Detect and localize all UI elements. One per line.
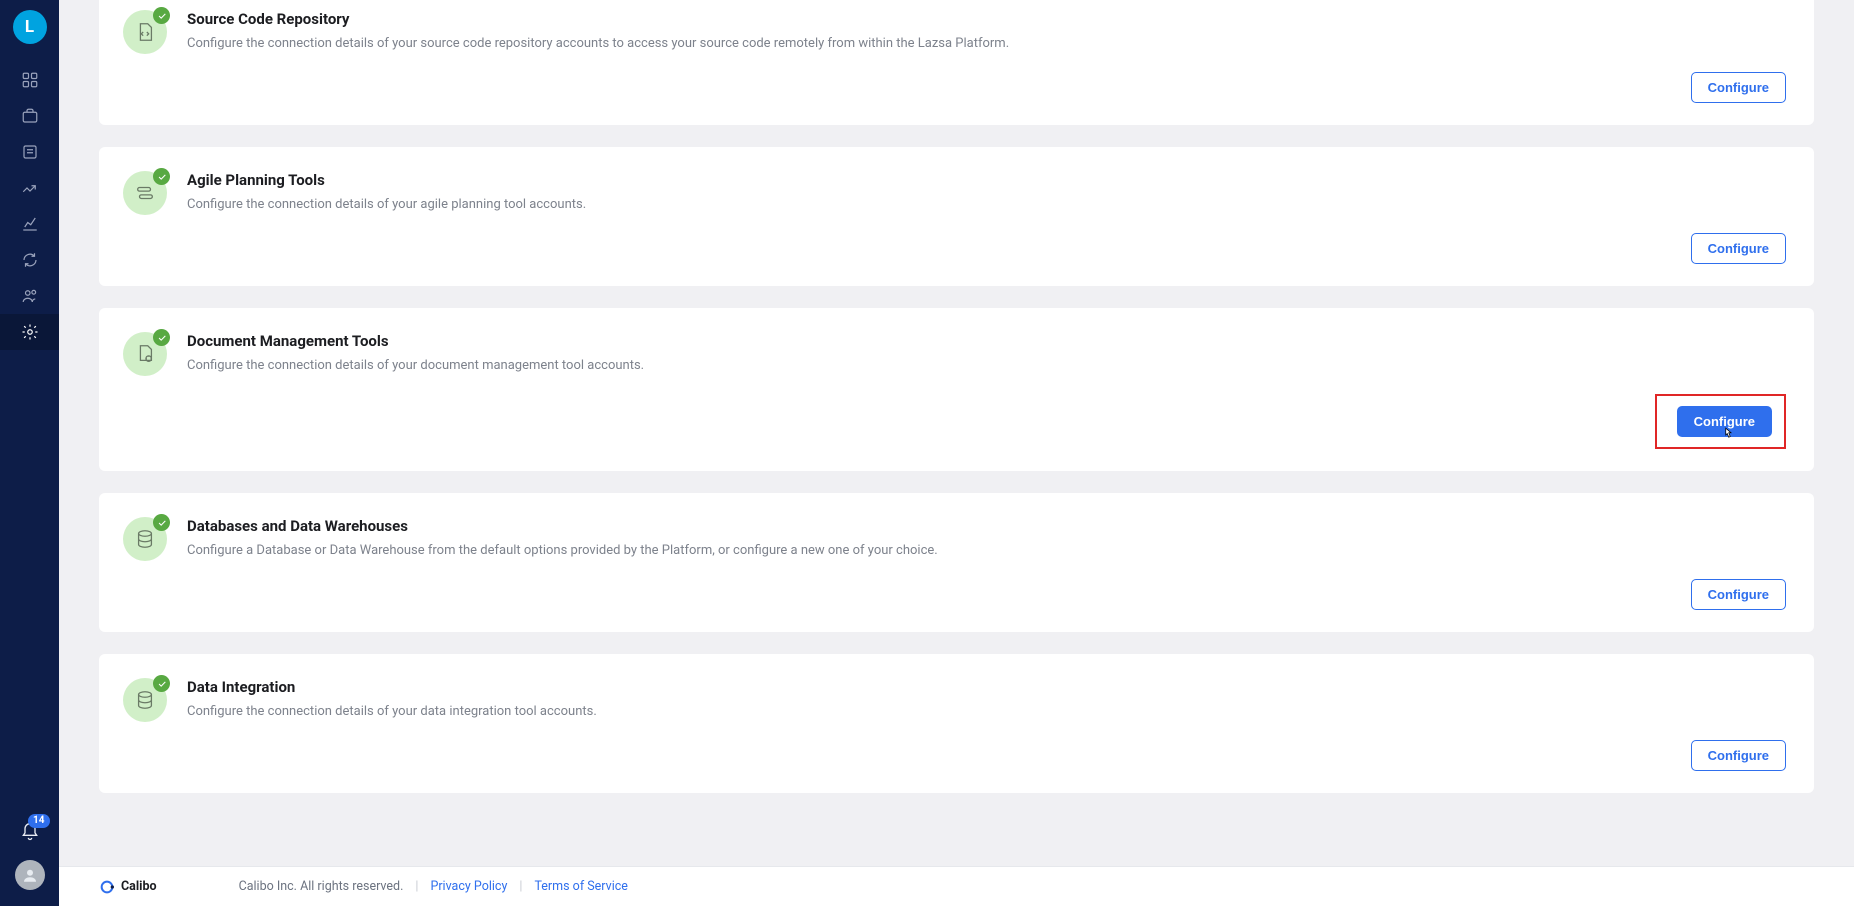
check-icon <box>157 172 167 182</box>
card-desc: Configure a Database or Data Warehouse f… <box>187 541 1786 561</box>
footer-sep: | <box>415 879 418 894</box>
card-icon-badge <box>123 517 167 561</box>
database-icon <box>134 528 156 550</box>
nav-doc[interactable] <box>0 134 59 170</box>
notification-count-badge: 14 <box>28 814 49 828</box>
footer: Calibo Calibo Inc. All rights reserved. … <box>59 866 1854 906</box>
sidebar: L 14 <box>0 0 59 906</box>
footer-copyright: Calibo Inc. All rights reserved. <box>239 879 404 894</box>
card-title: Data Integration <box>187 678 1786 696</box>
configure-button[interactable]: Configure <box>1691 579 1786 610</box>
card-title: Agile Planning Tools <box>187 171 1786 189</box>
footer-brand-text: Calibo <box>121 879 157 894</box>
notifications-button[interactable]: 14 <box>20 822 40 846</box>
card-document-management: Document Management Tools Configure the … <box>99 308 1814 471</box>
card-desc: Configure the connection details of your… <box>187 34 1786 54</box>
check-icon <box>157 518 167 528</box>
check-icon <box>157 333 167 343</box>
logo-badge[interactable]: L <box>13 10 47 44</box>
nav-refresh[interactable] <box>0 242 59 278</box>
person-icon <box>21 866 39 884</box>
cursor-pointer-icon <box>1719 426 1737 448</box>
document-gear-icon <box>134 343 156 365</box>
check-icon <box>157 679 167 689</box>
card-databases: Databases and Data Warehouses Configure … <box>99 493 1814 632</box>
card-desc: Configure the connection details of your… <box>187 195 1786 215</box>
footer-brand[interactable]: Calibo <box>99 879 157 895</box>
check-badge <box>153 7 170 24</box>
sidebar-nav <box>0 62 59 350</box>
card-source-code-repo: Source Code Repository Configure the con… <box>99 0 1814 125</box>
configure-button[interactable]: Configure <box>1691 72 1786 103</box>
sidebar-bottom: 14 <box>0 822 59 906</box>
card-title: Databases and Data Warehouses <box>187 517 1786 535</box>
planning-icon <box>134 182 156 204</box>
card-data-integration: Data Integration Configure the connectio… <box>99 654 1814 793</box>
configure-button[interactable]: Configure <box>1691 233 1786 264</box>
nav-chart[interactable] <box>0 206 59 242</box>
growth-icon <box>21 179 39 197</box>
nav-users[interactable] <box>0 278 59 314</box>
check-badge <box>153 675 170 692</box>
card-icon-badge <box>123 678 167 722</box>
card-desc: Configure the connection details of your… <box>187 356 1786 376</box>
card-desc: Configure the connection details of your… <box>187 702 1786 722</box>
gear-icon <box>21 323 39 341</box>
nav-growth[interactable] <box>0 170 59 206</box>
card-icon-badge <box>123 332 167 376</box>
users-icon <box>21 287 39 305</box>
card-icon-badge <box>123 171 167 215</box>
briefcase-icon <box>21 107 39 125</box>
main-content: Source Code Repository Configure the con… <box>59 0 1854 906</box>
footer-sep: | <box>519 879 522 894</box>
card-title: Source Code Repository <box>187 10 1786 28</box>
code-file-icon <box>134 21 156 43</box>
check-badge <box>153 514 170 531</box>
configure-button[interactable]: Configure <box>1691 740 1786 771</box>
database-icon <box>134 689 156 711</box>
user-avatar[interactable] <box>15 860 45 890</box>
check-badge <box>153 168 170 185</box>
check-icon <box>157 11 167 21</box>
footer-terms-link[interactable]: Terms of Service <box>534 879 627 894</box>
card-icon-badge <box>123 10 167 54</box>
dashboard-icon <box>21 71 39 89</box>
refresh-icon <box>21 251 39 269</box>
nav-briefcase[interactable] <box>0 98 59 134</box>
nav-dashboard[interactable] <box>0 62 59 98</box>
document-icon <box>21 143 39 161</box>
calibo-logo-icon <box>99 879 115 895</box>
nav-settings[interactable] <box>0 314 59 350</box>
card-title: Document Management Tools <box>187 332 1786 350</box>
highlight-annotation: Configure <box>1655 394 1786 449</box>
check-badge <box>153 329 170 346</box>
chart-icon <box>21 215 39 233</box>
card-agile-planning: Agile Planning Tools Configure the conne… <box>99 147 1814 286</box>
footer-privacy-link[interactable]: Privacy Policy <box>430 879 507 894</box>
logo-letter: L <box>25 17 34 37</box>
